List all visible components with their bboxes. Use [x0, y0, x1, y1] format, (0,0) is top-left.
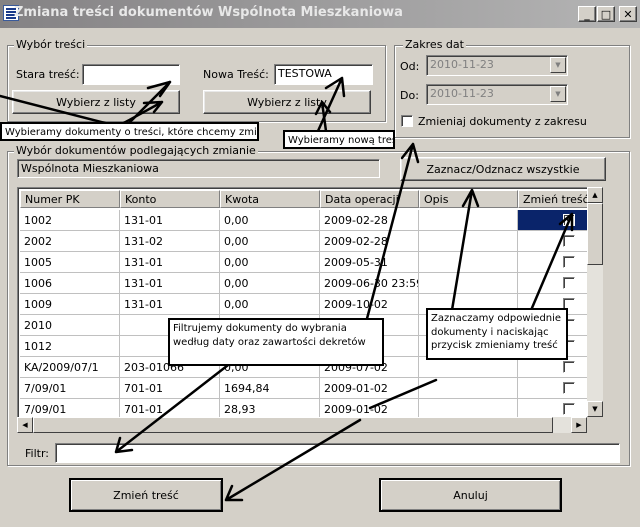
row-change-checkbox[interactable]: ✓ [563, 212, 575, 226]
table-row[interactable]: 1005 131-01 0,00 2009-05-31 [20, 252, 602, 273]
cell-kwota[interactable]: 0,00 [220, 273, 320, 294]
documents-group-label: Wybór dokumentów podlegających zmianie [14, 144, 258, 157]
cell-pk[interactable]: 1012 [20, 336, 120, 357]
date-from-dropdown[interactable]: 2010-11-23 ▼ [426, 55, 568, 76]
row-change-checkbox[interactable] [563, 382, 575, 394]
scroll-corner [587, 417, 603, 433]
scroll-left-icon[interactable]: ◀ [17, 417, 33, 433]
cell-pk[interactable]: 1005 [20, 252, 120, 273]
cell-pk[interactable]: 2002 [20, 231, 120, 252]
pick-old-content-button[interactable]: Wybierz z listy [12, 90, 180, 114]
cell-pk[interactable]: 2010 [20, 315, 120, 336]
column-header-pk[interactable]: Numer PK [20, 190, 120, 208]
cell-opis[interactable] [419, 252, 518, 273]
check-icon: ✓ [565, 212, 575, 225]
cancel-button[interactable]: Anuluj [379, 478, 562, 512]
vertical-scroll-thumb[interactable] [587, 203, 603, 265]
date-to-dropdown[interactable]: 2010-11-23 ▼ [426, 84, 568, 105]
chevron-down-icon[interactable]: ▼ [550, 86, 566, 102]
cell-opis[interactable] [419, 378, 518, 399]
vertical-scrollbar[interactable]: ▲ ▼ [587, 187, 603, 417]
pick-new-content-button[interactable]: Wybierz z listy [203, 90, 371, 114]
new-content-label: Nowa Treść: [203, 68, 269, 81]
table-row[interactable]: 2002 131-02 0,00 2009-02-28 [20, 231, 602, 252]
cell-data[interactable]: 2009-01-02 [320, 378, 419, 399]
scroll-down-icon[interactable]: ▼ [587, 401, 603, 417]
cell-data[interactable]: 2009-10-02 [320, 294, 419, 315]
cell-pk[interactable]: 7/09/01 [20, 378, 120, 399]
cell-opis[interactable] [419, 357, 518, 378]
cell-data[interactable]: 2009-02-28 [320, 210, 419, 231]
cell-kwota[interactable]: 0,00 [220, 231, 320, 252]
cell-konto[interactable]: 701-01 [120, 378, 220, 399]
annotation-mark: Zaznaczamy odpowiednie dokumenty i nacis… [426, 308, 568, 360]
table-row[interactable]: 1006 131-01 0,00 2009-06-30 23:59 [20, 273, 602, 294]
content-group-label: Wybór treści [14, 38, 88, 51]
cell-kwota[interactable]: 0,00 [220, 252, 320, 273]
cell-data[interactable]: 2009-02-28 [320, 231, 419, 252]
cell-kwota[interactable]: 0,00 [220, 210, 320, 231]
close-button[interactable]: ✕ [619, 6, 637, 22]
new-content-input[interactable]: TESTOWA [274, 64, 373, 85]
change-range-label: Zmieniaj dokumenty z zakresu [418, 115, 587, 128]
row-change-checkbox[interactable] [563, 361, 575, 373]
filter-input[interactable] [55, 443, 620, 463]
change-range-checkbox[interactable] [401, 115, 413, 127]
column-header-opis[interactable]: Opis [419, 190, 518, 208]
old-content-label: Stara treść: [16, 68, 80, 81]
cell-konto[interactable]: 131-01 [120, 294, 220, 315]
horizontal-scrollbar[interactable]: ◀ ▶ [17, 417, 587, 433]
cell-pk[interactable]: 1002 [20, 210, 120, 231]
toggle-all-button[interactable]: Zaznacz/Odznacz wszystkie [400, 157, 606, 181]
minimize-button[interactable]: _ [578, 6, 596, 22]
cell-kwota[interactable]: 1694,84 [220, 378, 320, 399]
table-row[interactable]: 7/09/01 701-01 1694,84 2009-01-02 [20, 378, 602, 399]
cell-opis[interactable] [419, 210, 518, 231]
cell-opis[interactable] [419, 231, 518, 252]
cell-data[interactable]: 2009-05-31 [320, 252, 419, 273]
cell-konto[interactable]: 131-01 [120, 252, 220, 273]
scroll-up-icon[interactable]: ▲ [587, 187, 603, 203]
cell-pk[interactable]: 1009 [20, 294, 120, 315]
cell-pk[interactable]: 1006 [20, 273, 120, 294]
cell-kwota[interactable]: 0,00 [220, 294, 320, 315]
cell-konto[interactable]: 131-02 [120, 231, 220, 252]
table-row[interactable]: 1002 131-01 0,00 2009-02-28 ✓ [20, 210, 602, 231]
row-change-checkbox[interactable] [563, 277, 575, 289]
cell-konto[interactable]: 131-01 [120, 210, 220, 231]
maximize-button[interactable]: □ [597, 6, 615, 22]
row-change-checkbox[interactable] [563, 256, 575, 268]
cell-konto[interactable]: 131-01 [120, 273, 220, 294]
date-to-label: Do: [400, 89, 419, 102]
date-range-label: Zakres dat [403, 38, 466, 51]
date-to-value: 2010-11-23 [430, 87, 494, 100]
filter-label: Filtr: [25, 447, 49, 460]
change-content-button[interactable]: Zmień treść [69, 478, 223, 512]
cell-data[interactable]: 2009-06-30 23:59 [320, 273, 419, 294]
horizontal-scroll-thumb[interactable] [33, 417, 553, 433]
window-title: Zmiana treści dokumentów Wspólnota Miesz… [14, 5, 403, 20]
annotation-choose-new: Wybieramy nową treść [283, 130, 395, 149]
title-bar[interactable]: Zmiana treści dokumentów Wspólnota Miesz… [0, 0, 640, 28]
row-change-checkbox[interactable] [563, 235, 575, 247]
scroll-right-icon[interactable]: ▶ [571, 417, 587, 433]
date-from-value: 2010-11-23 [430, 58, 494, 71]
cell-pk[interactable]: KA/2009/07/1 [20, 357, 120, 378]
column-header-kwota[interactable]: Kwota [220, 190, 320, 208]
annotation-filter: Filtrujemy dokumenty do wybrania według … [168, 318, 384, 366]
chevron-down-icon[interactable]: ▼ [550, 57, 566, 73]
row-change-checkbox[interactable] [563, 403, 575, 415]
column-header-data[interactable]: Data operacji [320, 190, 419, 208]
old-content-input[interactable] [82, 64, 180, 85]
cell-opis[interactable] [419, 273, 518, 294]
community-field: Wspólnota Mieszkaniowa [17, 159, 380, 178]
date-from-label: Od: [400, 60, 420, 73]
annotation-choose-old: Wybieramy dokumenty o treści, które chce… [0, 122, 259, 141]
column-header-konto[interactable]: Konto [120, 190, 220, 208]
